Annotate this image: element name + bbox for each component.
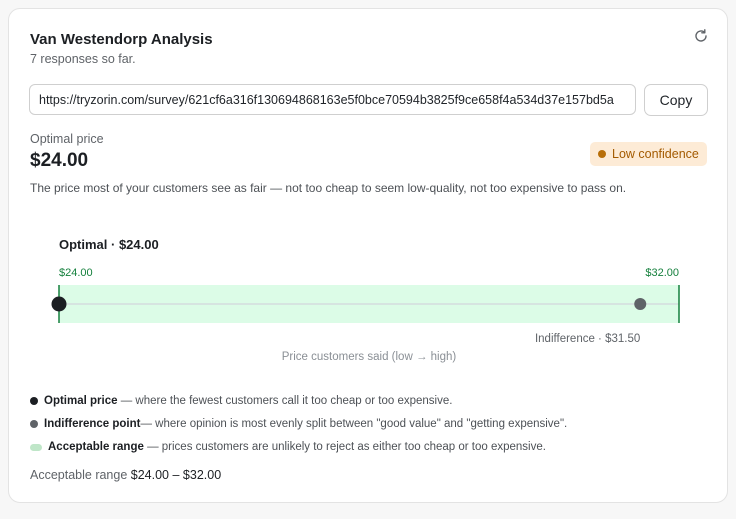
legend-range-title: Acceptable range [48, 441, 144, 453]
legend-item-optimal: Optimal price — where the fewest custome… [30, 395, 452, 407]
range-max-label: $32.00 [645, 267, 679, 279]
confidence-dot-icon [598, 150, 606, 158]
summary-label: Acceptable range [30, 468, 128, 482]
range-min-label: $24.00 [59, 267, 93, 279]
legend-range-text: — prices customers are unlikely to rejec… [143, 441, 546, 453]
optimal-price-description: The price most of your customers see as … [30, 181, 627, 195]
survey-url-field[interactable]: https://tryzorin.com/survey/621cf6a316f1… [29, 84, 636, 115]
optimal-point-marker [51, 296, 67, 312]
legend-optimal-text: — where the fewest customers call it too… [117, 395, 453, 407]
confidence-badge-label: Low confidence [612, 147, 699, 161]
indifference-point-label: Indifference · $31.50 [535, 333, 640, 345]
legend-optimal-title: Optimal price [44, 395, 118, 407]
range-swatch-icon [30, 443, 42, 451]
refresh-icon[interactable] [693, 28, 709, 44]
analysis-card: Van Westendorp Analysis 7 responses so f… [8, 8, 728, 503]
legend-item-range: Acceptable range — prices customers are … [30, 441, 546, 453]
chart-title: Optimal · $24.00 [59, 237, 159, 252]
optimal-price-value: $24.00 [30, 150, 89, 171]
legend-indifference-text: — where opinion is most evenly split bet… [140, 418, 568, 430]
summary-value: $24.00 – $32.00 [130, 468, 222, 482]
legend-indifference-title: Indifference point [44, 418, 141, 430]
card-title: Van Westendorp Analysis [30, 31, 213, 48]
indifference-point-marker [634, 298, 647, 310]
survey-url-text: https://tryzorin.com/survey/621cf6a316f1… [39, 92, 614, 107]
legend-item-indifference: Indifference point— where opinion is mos… [30, 418, 567, 430]
acceptable-range-summary: Acceptable range $24.00 – $32.00 [30, 468, 221, 482]
indifference-dot-icon [30, 420, 38, 428]
optimal-dot-icon [30, 397, 38, 405]
optimal-price-label: Optimal price [30, 132, 104, 146]
chart-x-axis-label: Price customers said (low → high) [282, 351, 457, 363]
responses-count: 7 responses so far. [30, 52, 136, 66]
price-range-chart: $24.00 $32.00 Indifference · $31.50 Price c… [51, 267, 680, 363]
confidence-badge: Low confidence [590, 142, 707, 166]
copy-button[interactable]: Copy [644, 84, 708, 116]
